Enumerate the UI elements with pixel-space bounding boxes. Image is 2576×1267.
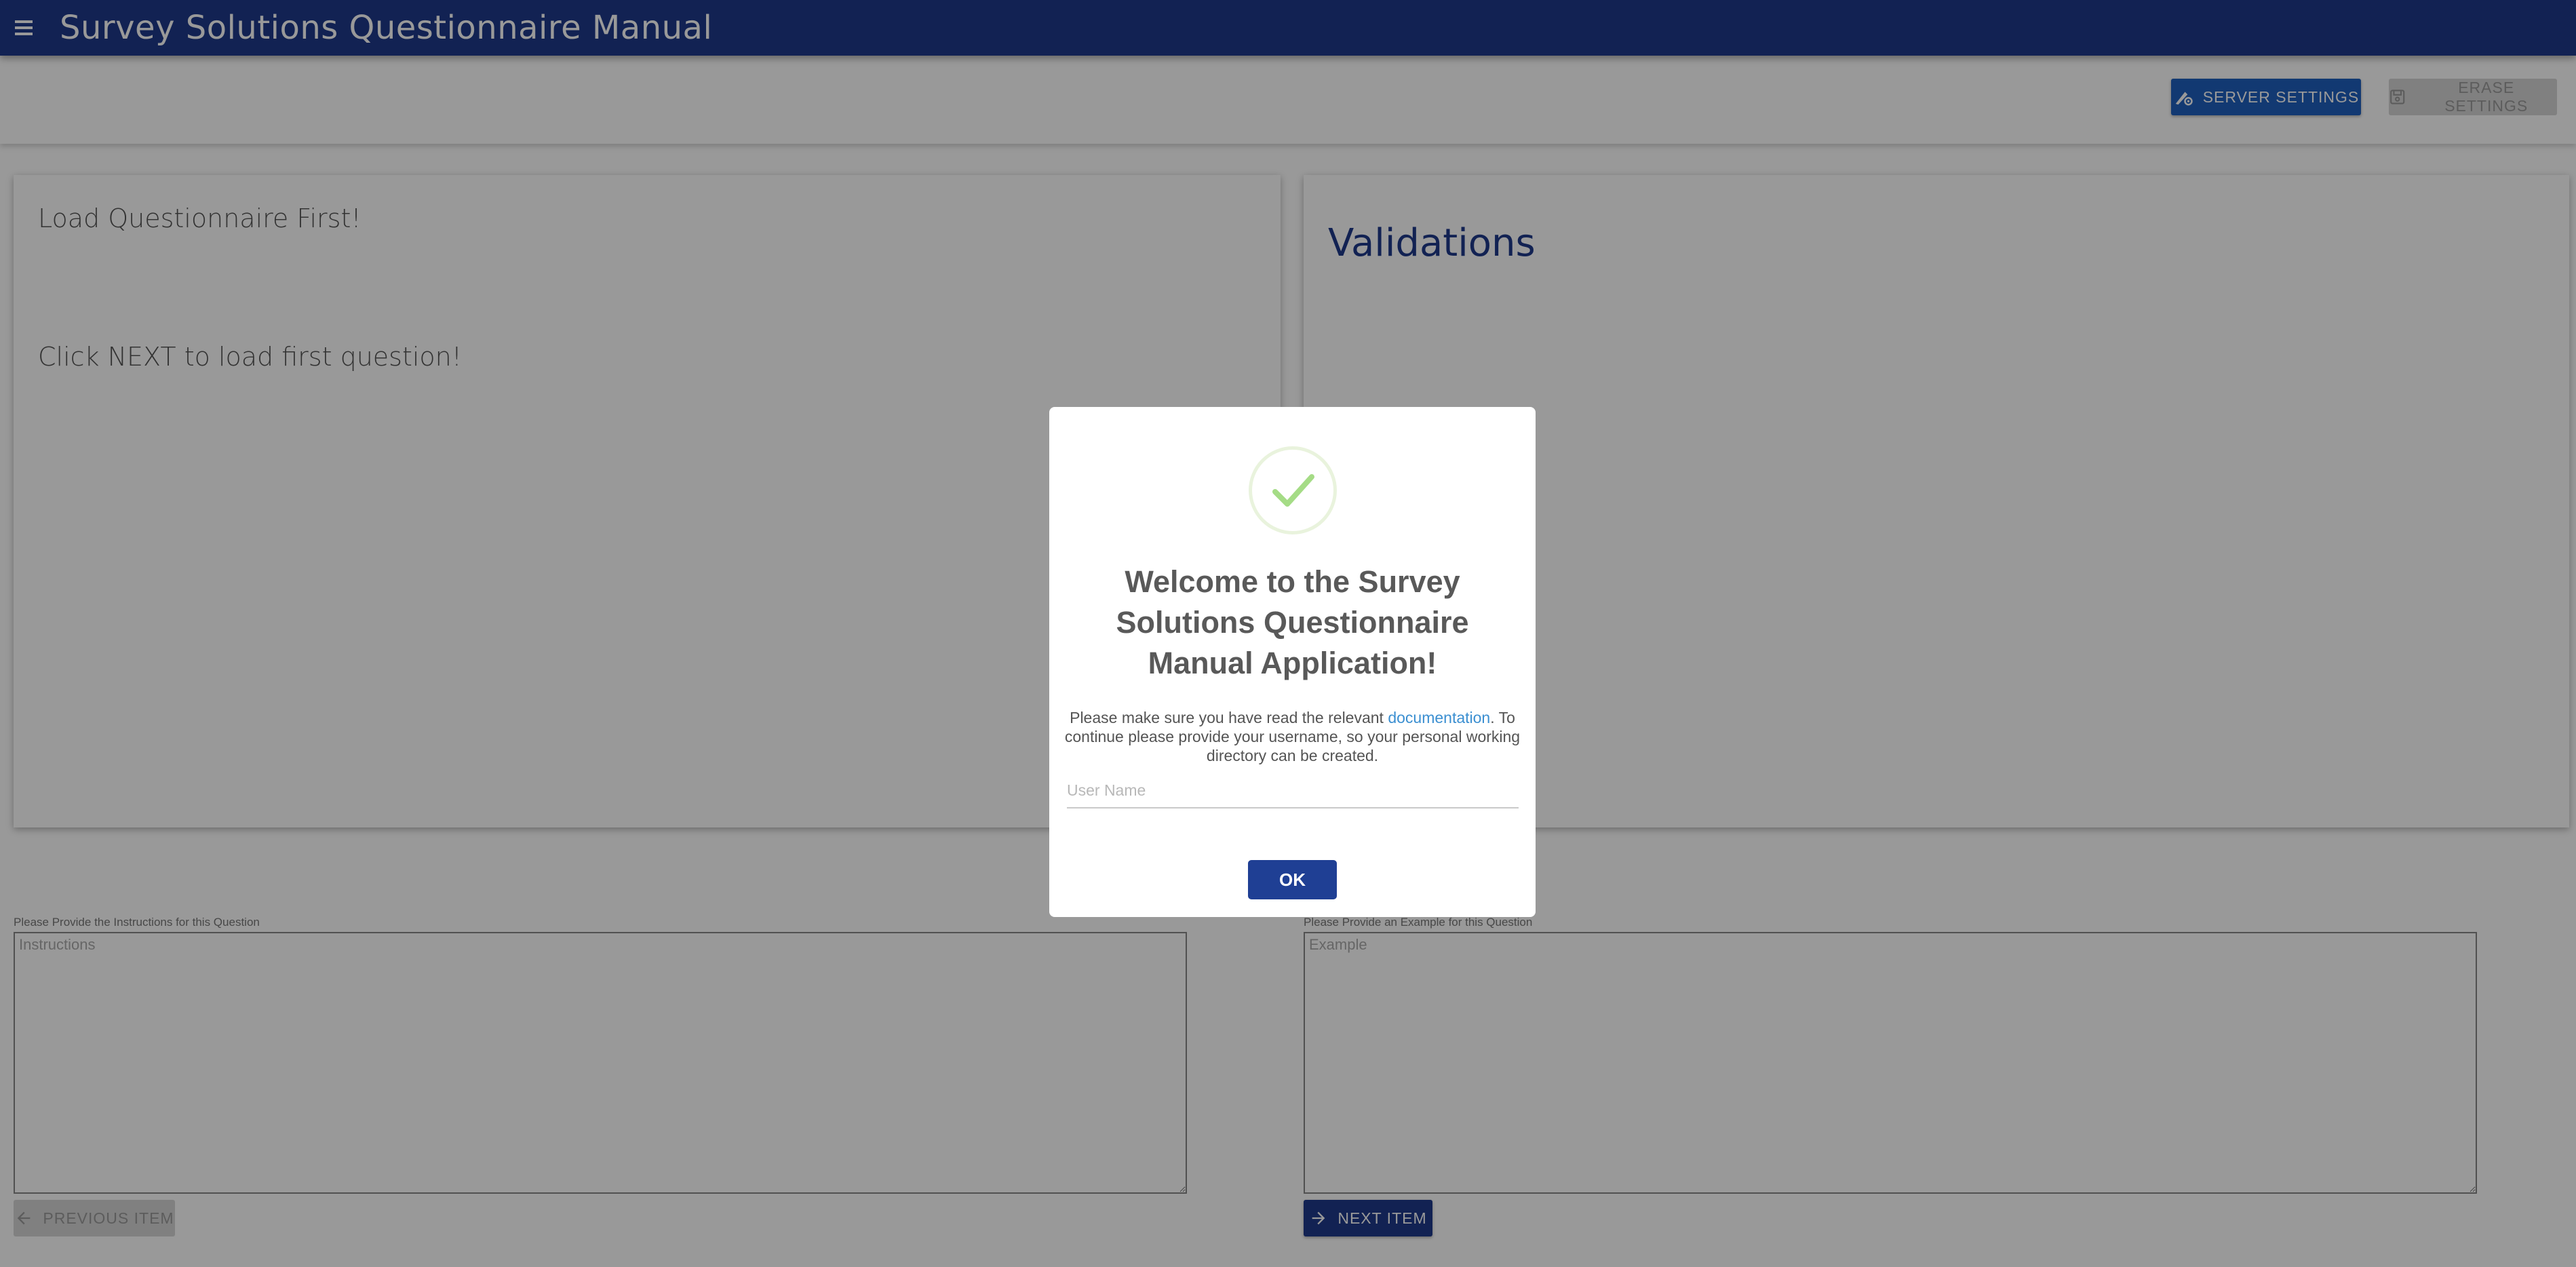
- dialog-title: Welcome to the Survey Solutions Question…: [1116, 564, 1469, 680]
- welcome-dialog: Welcome to the Survey Solutions Question…: [1049, 407, 1536, 917]
- check-icon: [1272, 474, 1314, 507]
- dialog-text-intro: Please make sure you have read the relev…: [1070, 709, 1388, 726]
- dialog-text: Please make sure you have read the relev…: [1064, 708, 1521, 765]
- documentation-link[interactable]: documentation: [1388, 709, 1490, 726]
- success-icon-ring: [1249, 446, 1337, 534]
- ok-button[interactable]: OK: [1248, 860, 1337, 899]
- username-input[interactable]: [1067, 773, 1519, 808]
